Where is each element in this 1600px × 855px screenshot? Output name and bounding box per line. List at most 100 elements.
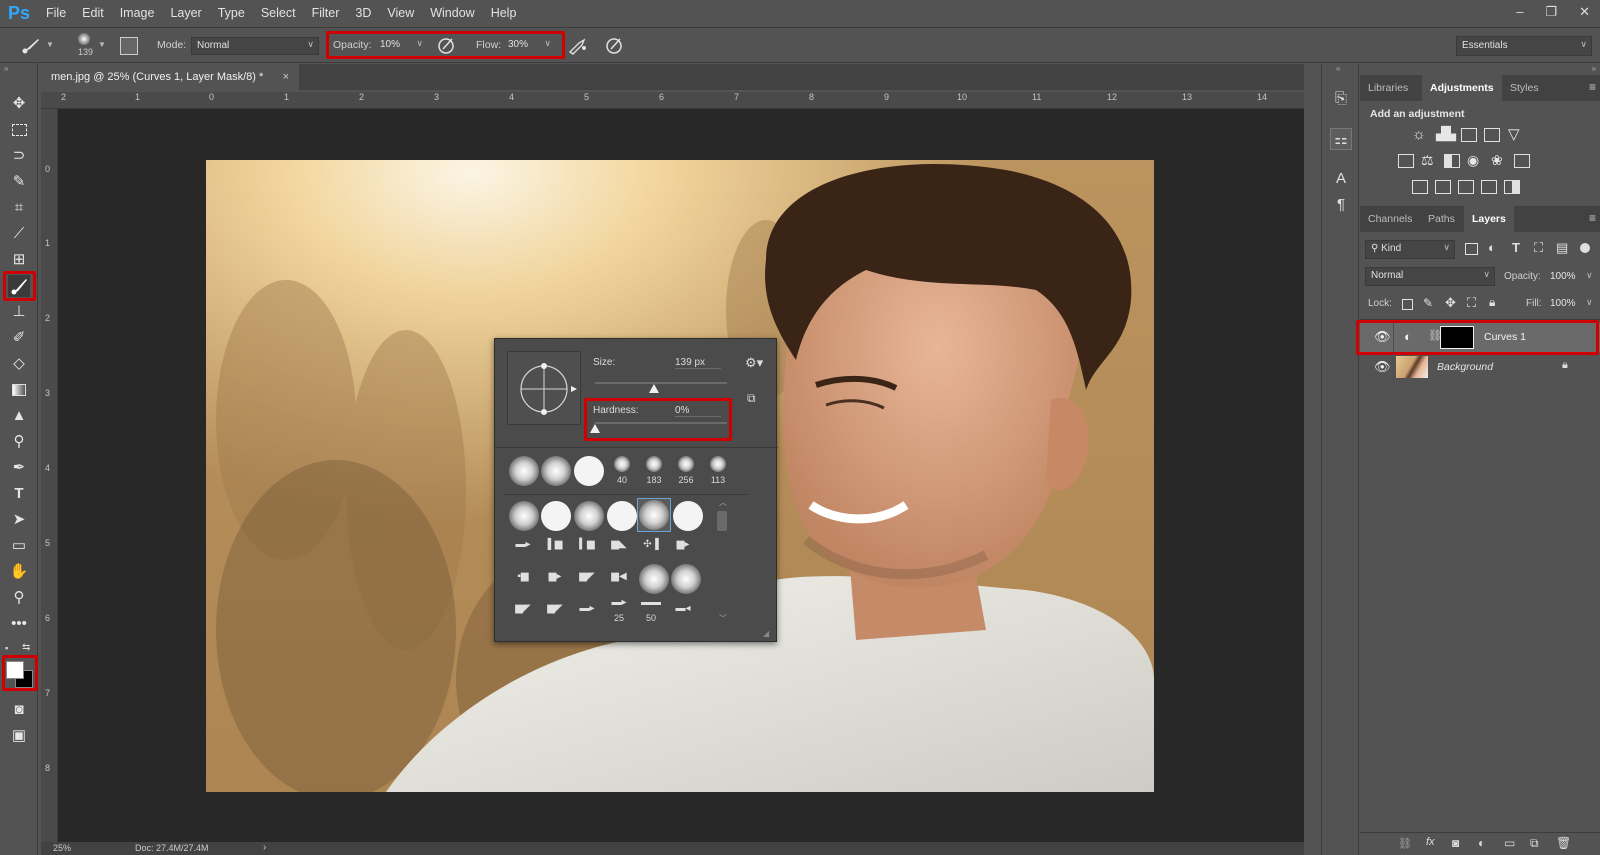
airbrush-icon[interactable] [567, 36, 589, 56]
layer-filter-select[interactable]: ⚲ Kind ∨ [1365, 240, 1455, 259]
layer-style-icon[interactable]: fx [1426, 836, 1435, 848]
lock-all-icon[interactable]: 🔒︎ [1489, 295, 1495, 310]
history-panel-icon[interactable]: ⎘ [1330, 88, 1352, 110]
brush-preset-icon[interactable]: ▆◤ [575, 571, 599, 583]
size-slider-thumb[interactable] [649, 384, 660, 393]
brightness-contrast-icon[interactable]: ☼ [1412, 126, 1426, 143]
tab-libraries[interactable]: Libraries [1360, 75, 1416, 101]
swap-colors-icon[interactable]: ⇆ [22, 642, 30, 653]
menu-view[interactable]: View [379, 0, 422, 27]
paragraph-panel-icon[interactable]: ¶ [1330, 194, 1352, 216]
move-tool-icon[interactable]: ✥ [8, 93, 30, 115]
tab-layers[interactable]: Layers [1464, 206, 1514, 232]
panel-menu-icon[interactable]: ≡ [1589, 211, 1596, 225]
close-window-button[interactable]: ✕ [1579, 0, 1590, 24]
brush-preset[interactable] [646, 456, 662, 472]
brush-preset-icon[interactable]: ▆◣ [607, 539, 631, 551]
document-tab[interactable]: men.jpg @ 25% (Curves 1, Layer Mask/8) *… [41, 64, 299, 90]
pen-tool-icon[interactable]: ✒ [8, 457, 30, 479]
menu-help[interactable]: Help [483, 0, 525, 27]
chevron-down-icon[interactable]: ∨ [1586, 270, 1593, 281]
pressure-opacity-icon[interactable] [437, 36, 457, 56]
dodge-tool-icon[interactable]: ⚲ [8, 431, 30, 453]
posterize-icon[interactable] [1435, 180, 1451, 194]
lock-transparent-icon[interactable] [1402, 299, 1413, 310]
color-balance-icon[interactable]: ⚖ [1421, 152, 1434, 169]
layer-row-background[interactable]: 👁︎ Background 🔒︎ [1360, 353, 1600, 382]
chevron-down-icon[interactable]: ▼ [98, 40, 106, 49]
eyedropper-tool-icon[interactable]: ⟋ [8, 223, 30, 245]
filter-pixel-icon[interactable] [1465, 243, 1478, 255]
filter-adjustment-icon[interactable]: ◐ [1488, 240, 1496, 255]
collapse-icon[interactable]: » [1592, 64, 1596, 73]
brush-preview-icon[interactable] [78, 33, 90, 45]
properties-panel-icon[interactable]: ⚏ [1330, 128, 1352, 150]
size-input[interactable]: 139 px [675, 357, 721, 369]
menu-image[interactable]: Image [112, 0, 163, 27]
black-white-icon[interactable] [1444, 154, 1460, 168]
brush-preset-icon[interactable]: ✣▐ [639, 539, 663, 551]
menu-filter[interactable]: Filter [304, 0, 348, 27]
brush-preset-icon[interactable]: ▆◤ [543, 603, 567, 615]
type-tool-icon[interactable]: T [8, 483, 30, 505]
hand-tool-icon[interactable]: ✋ [8, 561, 30, 583]
brush-panel-toggle-icon[interactable] [120, 37, 138, 55]
menu-select[interactable]: Select [253, 0, 304, 27]
brush-tool-preset-icon[interactable] [20, 37, 42, 55]
layer-thumbnail[interactable] [1396, 356, 1428, 378]
brush-preset-icon[interactable]: ▬▸ [575, 603, 599, 615]
tab-channels[interactable]: Channels [1360, 206, 1420, 232]
scroll-down-icon[interactable]: ﹀ [719, 613, 727, 624]
chevron-down-icon[interactable]: ∨ [1586, 297, 1593, 308]
exposure-icon[interactable] [1484, 128, 1500, 142]
opacity-input[interactable]: 10% ∨ [375, 37, 427, 55]
quick-mask-icon[interactable]: ◙ [8, 699, 30, 721]
brush-preset-icon[interactable]: ▬▬ [639, 597, 663, 609]
healing-brush-tool-icon[interactable]: ⊞ [8, 249, 30, 271]
gradient-map-icon[interactable] [1481, 180, 1497, 194]
lock-image-icon[interactable]: ✎ [1423, 296, 1433, 310]
pressure-size-icon[interactable] [605, 36, 625, 56]
doc-size-info[interactable]: Doc: 27.4M/27.4M [135, 843, 209, 853]
selected-brush-preset[interactable] [637, 498, 671, 532]
brush-preset-icon[interactable]: ▬▸ [607, 597, 631, 609]
clone-stamp-tool-icon[interactable]: ⊥ [8, 301, 30, 323]
brush-preset[interactable] [509, 501, 539, 531]
brush-preset-icon[interactable]: ▌▆ [543, 539, 567, 551]
brush-preset-icon[interactable]: ▆▸ [543, 571, 567, 583]
screen-mode-icon[interactable]: ▣ [8, 725, 30, 747]
filter-type-icon[interactable]: T [1512, 240, 1520, 255]
fill-input[interactable]: 100% [1550, 298, 1576, 309]
new-group-icon[interactable]: ▭ [1504, 836, 1515, 850]
history-brush-tool-icon[interactable]: ✐ [8, 327, 30, 349]
new-preset-icon[interactable]: ⧉ [747, 391, 756, 406]
hardness-slider-thumb[interactable] [590, 424, 600, 433]
delete-layer-icon[interactable]: 🗑︎ [1556, 836, 1571, 850]
blur-tool-icon[interactable]: ▲ [8, 405, 30, 427]
new-adjustment-icon[interactable]: ◐ [1478, 836, 1485, 850]
brush-preset[interactable] [671, 564, 701, 594]
photo-filter-icon[interactable]: ◉ [1467, 152, 1479, 169]
channel-mixer-icon[interactable]: ❀ [1491, 152, 1503, 169]
menu-file[interactable]: File [38, 0, 74, 27]
brush-angle-preview[interactable] [507, 351, 581, 425]
brush-preset-icon[interactable]: ▍▆ [575, 539, 599, 551]
close-tab-icon[interactable]: × [283, 64, 289, 90]
menu-type[interactable]: Type [210, 0, 253, 27]
more-tools-icon[interactable]: ••• [8, 613, 30, 635]
brush-preset[interactable] [574, 501, 604, 531]
brush-preset[interactable] [574, 456, 604, 486]
character-panel-icon[interactable]: A [1330, 168, 1352, 190]
size-slider-track[interactable] [595, 382, 727, 384]
brush-preset[interactable] [678, 456, 694, 472]
hue-saturation-icon[interactable] [1398, 154, 1414, 168]
filter-shape-icon[interactable]: ⛶ [1534, 240, 1543, 256]
zoom-tool-icon[interactable]: ⚲ [8, 587, 30, 609]
layer-name[interactable]: Background [1437, 361, 1493, 373]
scroll-up-icon[interactable]: ︿ [719, 497, 727, 508]
path-selection-tool-icon[interactable]: ➤ [8, 509, 30, 531]
brush-preset[interactable] [541, 501, 571, 531]
brush-preset-icon[interactable]: ▆◀ [607, 571, 631, 583]
brush-preset[interactable] [614, 456, 630, 472]
menu-edit[interactable]: Edit [74, 0, 112, 27]
